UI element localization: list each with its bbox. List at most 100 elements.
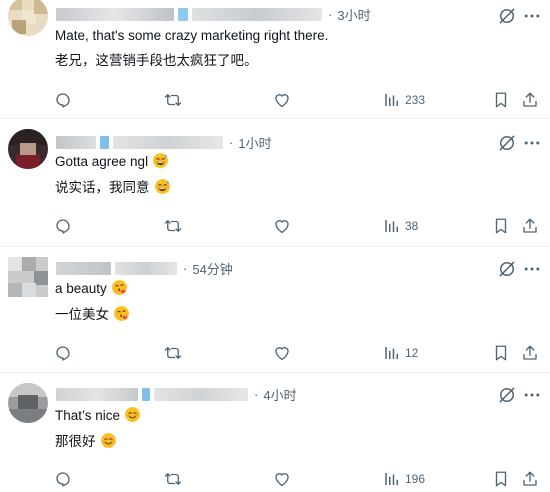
avatar[interactable] [8,129,48,169]
more-icon[interactable] [522,133,542,153]
retweet-button[interactable] [164,89,182,111]
avatar[interactable] [8,0,48,36]
reply-timestamp[interactable]: 3小时 [337,5,370,24]
more-icon[interactable] [522,385,542,405]
reply-button[interactable] [54,342,72,364]
reply-text-en: Gotta agree ngl [55,152,169,171]
bookmark-icon [492,91,510,109]
handle-redacted[interactable] [113,135,223,149]
action-bar: 12 [0,342,550,364]
views-button[interactable]: 38 [383,215,418,237]
grok-icon[interactable] [497,259,517,279]
grok-icon[interactable] [497,6,517,26]
reply-header: · 54分钟 [56,258,233,278]
grinning-sweat-emoji-icon [152,152,169,169]
reply-text-en-content: That’s nice [55,408,121,423]
reply-card[interactable]: · 3小时 Mate, that's some crazy marketing … [0,0,550,119]
bookmark-button[interactable] [492,215,510,237]
reply-timestamp[interactable]: 54分钟 [192,259,232,278]
retweet-icon [164,344,182,362]
views-icon [383,344,401,362]
grok-icon[interactable] [497,133,517,153]
like-button[interactable] [273,215,291,237]
grinning-sweat-emoji-icon [154,178,171,195]
share-icon [521,91,539,109]
retweet-icon [164,470,182,488]
grok-icon[interactable] [497,385,517,405]
reply-text-zh-content: 说实话，我同意 [55,180,150,195]
views-icon [383,217,401,235]
avatar[interactable] [8,257,48,297]
reply-text-en: Mate, that's some crazy marketing right … [55,28,329,43]
heart-icon [273,91,291,109]
reply-card[interactable]: · 54分钟 a beauty 一位美女 12 [0,247,550,373]
reply-text-en: a beauty [55,279,128,298]
more-icon[interactable] [522,6,542,26]
retweet-button[interactable] [164,468,182,490]
reply-timestamp[interactable]: 1小时 [238,133,271,152]
bookmark-button[interactable] [492,468,510,490]
handle-redacted[interactable] [115,261,177,275]
views-count: 38 [405,219,419,233]
reply-text-en-content: Gotta agree ngl [55,154,149,169]
username-redacted[interactable] [56,387,138,401]
smiling-blush-emoji-icon [100,432,117,449]
share-button[interactable] [521,89,539,111]
blowing-kiss-emoji-icon [113,305,130,322]
reply-header: · 3小时 [56,4,371,24]
share-icon [521,217,539,235]
action-bar: 38 [0,215,550,237]
views-button[interactable]: 233 [383,89,425,111]
handle-redacted[interactable] [154,387,248,401]
action-bar: 233 [0,89,550,111]
heart-icon [273,470,291,488]
share-icon [521,470,539,488]
username-redacted[interactable] [56,135,96,149]
reply-card[interactable]: · 4小时 That’s nice 那很好 196 [0,373,550,492]
views-count: 12 [405,346,419,360]
bookmark-button[interactable] [492,342,510,364]
like-button[interactable] [273,89,291,111]
views-count: 233 [405,93,426,107]
views-button[interactable]: 196 [383,468,425,490]
bookmark-icon [492,217,510,235]
share-icon [521,344,539,362]
retweet-icon [164,91,182,109]
share-button[interactable] [521,468,539,490]
reply-text-zh: 一位美女 [55,305,130,324]
reply-header: · 4小时 [56,384,297,404]
username-redacted[interactable] [56,7,174,21]
reply-button[interactable] [54,89,72,111]
reply-icon [54,470,72,488]
reply-text-en: That’s nice [55,406,141,425]
share-button[interactable] [521,215,539,237]
verified-badge-redacted [178,7,188,21]
bookmark-button[interactable] [492,89,510,111]
share-button[interactable] [521,342,539,364]
action-bar: 196 [0,468,550,490]
avatar[interactable] [8,383,48,423]
reply-text-zh-content: 一位美女 [55,307,109,322]
reply-icon [54,91,72,109]
bookmark-icon [492,470,510,488]
views-icon [383,91,401,109]
views-count: 196 [405,472,426,486]
reply-card[interactable]: · 1小时 Gotta agree ngl 说实话，我同意 38 [0,119,550,247]
reply-icon [54,217,72,235]
verified-badge-redacted [142,387,150,401]
retweet-button[interactable] [164,215,182,237]
reply-text-zh: 说实话，我同意 [55,178,171,197]
more-icon[interactable] [522,259,542,279]
retweet-button[interactable] [164,342,182,364]
views-button[interactable]: 12 [383,342,418,364]
reply-timestamp[interactable]: 4小时 [263,385,296,404]
heart-icon [273,217,291,235]
like-button[interactable] [273,468,291,490]
reply-text-zh-content: 那很好 [55,434,96,449]
reply-button[interactable] [54,468,72,490]
like-button[interactable] [273,342,291,364]
username-redacted[interactable] [56,261,111,275]
handle-redacted[interactable] [192,7,322,21]
reply-text-zh: 那很好 [55,432,117,451]
reply-button[interactable] [54,215,72,237]
